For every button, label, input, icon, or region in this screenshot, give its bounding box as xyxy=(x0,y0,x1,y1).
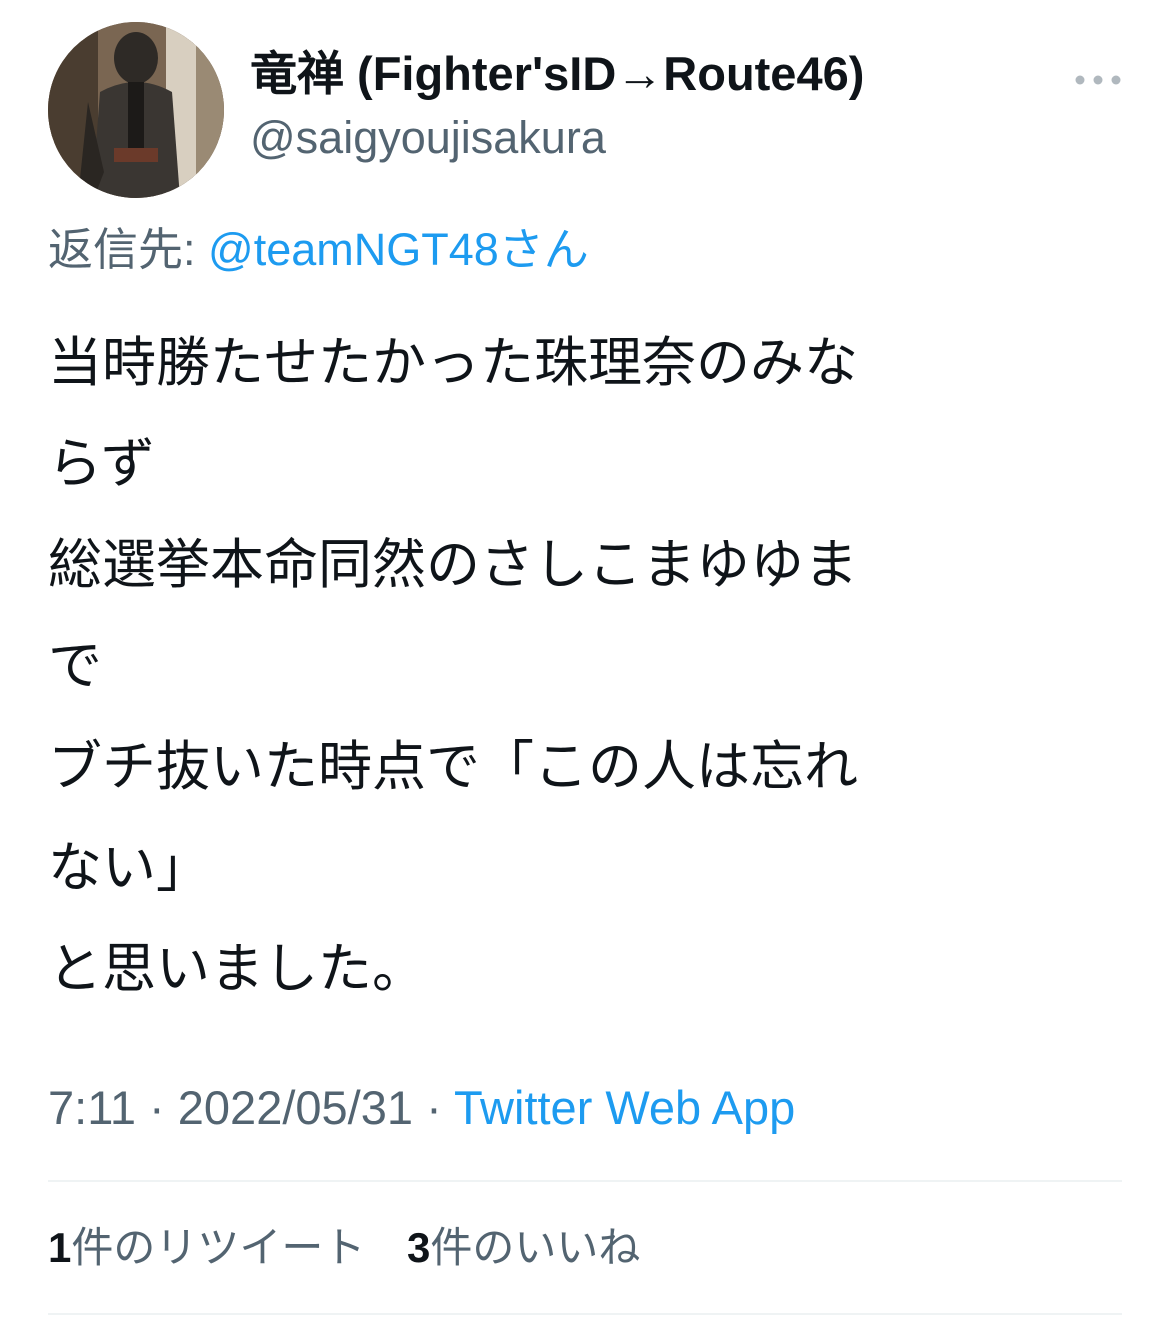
more-horizontal-icon xyxy=(1075,75,1121,85)
tweet-date[interactable]: 2022/05/31 xyxy=(178,1081,413,1134)
retweets-stat[interactable]: 1件のリツイート xyxy=(48,1218,365,1278)
tweet-header: 竜禅 (Fighter'sID→Route46) @saigyoujisakur… xyxy=(48,22,1128,198)
tweet-text: 当時勝たせたかった珠理奈のみな らず 総選挙本命同然のさしこまゆゆま で ブチ抜… xyxy=(48,312,1088,1019)
tweet-text-line: ブチ抜いた時点で「この人は忘れ xyxy=(48,735,858,798)
tweet-meta: 7:11 · 2022/05/31 · Twitter Web App xyxy=(48,1078,795,1138)
tweet-detail: 竜禅 (Fighter'sID→Route46) @saigyoujisakur… xyxy=(0,0,1170,1331)
user-names: 竜禅 (Fighter'sID→Route46) @saigyoujisakur… xyxy=(250,44,1030,168)
meta-separator: · xyxy=(413,1081,454,1134)
avatar[interactable] xyxy=(48,22,224,198)
tweet-text-line: ない」 xyxy=(48,836,210,899)
tweet-time[interactable]: 7:11 xyxy=(48,1081,136,1134)
source-link[interactable]: Twitter Web App xyxy=(454,1081,795,1134)
divider xyxy=(48,1180,1122,1182)
tweet-text-line: 当時勝たせたかった珠理奈のみな xyxy=(48,331,858,394)
tweet-text-line: 総選挙本命同然のさしこまゆゆま xyxy=(48,533,858,596)
like-count: 3 xyxy=(407,1224,431,1271)
reply-context: 返信先: @teamNGT48さん xyxy=(48,220,589,280)
tweet-text-line: と思いました。 xyxy=(48,937,426,1000)
tweet-text-line: で xyxy=(48,634,102,697)
retweet-label: 件のリツイート xyxy=(71,1224,366,1271)
tweet-stats: 1件のリツイート 3件のいいね xyxy=(48,1218,670,1278)
user-handle[interactable]: @saigyoujisakura xyxy=(250,108,1030,168)
more-button[interactable] xyxy=(1068,60,1128,100)
avatar-image xyxy=(48,22,224,198)
like-label: 件のいいね xyxy=(430,1224,641,1271)
reply-mention-link[interactable]: @teamNGT48さん xyxy=(208,224,589,275)
reply-prefix: 返信先: xyxy=(48,224,196,275)
display-name[interactable]: 竜禅 (Fighter'sID→Route46) xyxy=(250,44,1030,104)
retweet-count: 1 xyxy=(48,1224,72,1271)
tweet-text-line: らず xyxy=(48,432,155,495)
meta-separator: · xyxy=(136,1081,178,1134)
divider xyxy=(48,1313,1122,1315)
likes-stat[interactable]: 3件のいいね xyxy=(407,1218,640,1278)
